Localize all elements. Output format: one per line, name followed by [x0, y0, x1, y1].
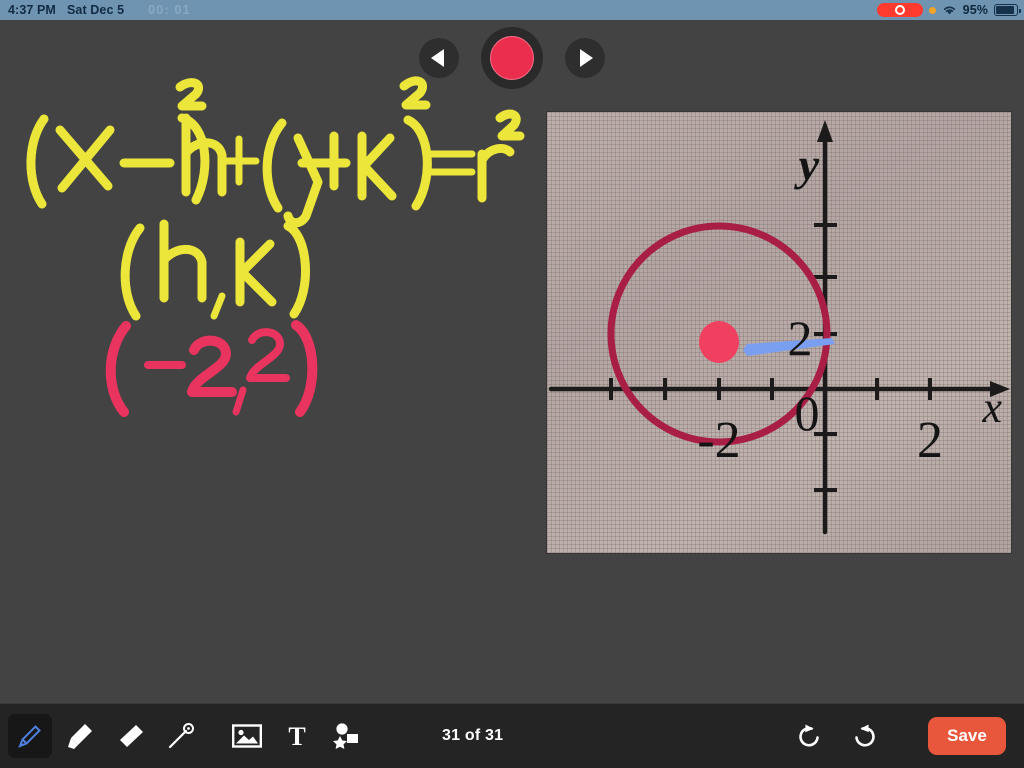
status-bar-left: 4:37 PM Sat Dec 5	[8, 3, 124, 17]
undo-button[interactable]	[792, 718, 828, 754]
ink-equation-line-1	[26, 76, 525, 228]
chevron-right-icon	[580, 49, 593, 67]
chevron-left-icon	[431, 49, 444, 67]
marker-tool-button[interactable]	[58, 714, 102, 758]
shape-icon	[333, 723, 358, 749]
ink-equation-line-2	[120, 219, 310, 321]
note-canvas[interactable]: y x -2 0 2 2	[0, 20, 1024, 704]
save-button[interactable]: Save	[928, 717, 1006, 755]
status-date: Sat Dec 5	[66, 3, 125, 17]
recording-dot-icon	[894, 5, 905, 15]
battery-percentage: 95%	[962, 3, 988, 17]
bottom-toolbar: T 31 of 31 Save	[0, 703, 1024, 768]
recording-controls	[0, 26, 1024, 90]
laser-pointer-icon	[168, 723, 194, 749]
wifi-icon	[943, 6, 955, 15]
record-dot-icon	[490, 36, 534, 80]
pen-icon	[18, 725, 41, 748]
eraser-tool-button[interactable]	[108, 714, 152, 758]
recording-indicator-icon[interactable]	[876, 3, 923, 17]
microphone-in-use-icon	[928, 6, 936, 14]
page-indicator: 31 of 31	[442, 727, 504, 744]
eraser-icon	[120, 725, 143, 747]
app-root: 4:37 PM Sat Dec 5 00: 01 95% y x -2 0 2 …	[0, 0, 1024, 768]
recording-timer: 00: 01	[148, 3, 191, 17]
next-page-button[interactable]	[565, 38, 605, 78]
laser-pointer-tool-button[interactable]	[158, 714, 202, 758]
redo-button[interactable]	[846, 718, 882, 754]
text-icon: T	[288, 723, 305, 749]
status-bar-right: 95%	[876, 3, 1021, 17]
undo-icon	[799, 724, 819, 747]
drawing-tools-group	[0, 714, 202, 758]
status-bar: 4:37 PM Sat Dec 5 00: 01 95%	[0, 0, 1024, 20]
record-button[interactable]	[481, 27, 543, 89]
battery-fill	[996, 6, 1015, 14]
redo-icon	[855, 724, 875, 747]
insert-image-button[interactable]	[230, 719, 264, 753]
marker-icon	[68, 724, 92, 749]
pen-tool-button[interactable]	[8, 714, 52, 758]
svg-text:T: T	[288, 723, 305, 749]
status-time: 4:37 PM	[8, 3, 56, 17]
battery-icon	[994, 4, 1021, 16]
image-icon	[232, 724, 262, 748]
previous-page-button[interactable]	[419, 38, 459, 78]
insert-tools-group: T	[230, 719, 364, 753]
handwritten-ink-layer	[26, 76, 525, 417]
insert-text-button[interactable]: T	[280, 719, 314, 753]
insert-shape-button[interactable]	[330, 719, 364, 753]
ink-equation-line-3	[105, 320, 318, 417]
history-controls	[792, 718, 882, 754]
